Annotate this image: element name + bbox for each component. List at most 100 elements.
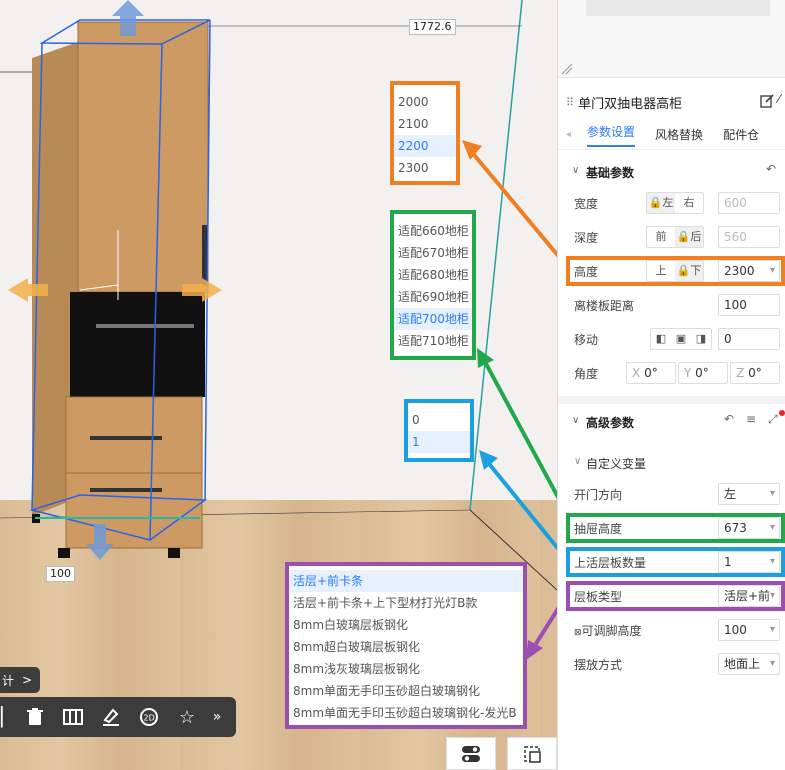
angle-y-value: 0° (695, 366, 709, 380)
height-up-option[interactable]: 上 (647, 261, 675, 281)
dimension-bottom-label: 100 (46, 566, 75, 582)
cabinet-option[interactable]: 适配690地柜 (394, 286, 472, 308)
shelf-type-select[interactable]: 活层+前 (718, 585, 780, 607)
cabinet-option[interactable]: 适配670地柜 (394, 242, 472, 264)
tab-style[interactable]: 风格替换 (655, 126, 703, 143)
star-icon[interactable]: ☆ (168, 697, 206, 737)
angle-y-prefix: Y (684, 366, 692, 380)
move-label: 移动 (574, 332, 599, 347)
shelf-option[interactable]: 活层+前卡条 (289, 570, 523, 592)
notification-dot (779, 410, 785, 416)
tab-prev-icon[interactable]: ◂ (566, 129, 571, 140)
height-down-option[interactable]: 🔒下 (675, 261, 703, 281)
tab-parameters[interactable]: 参数设置 (587, 123, 636, 147)
foot-height-select[interactable]: 100 (718, 619, 780, 641)
height-option[interactable]: 2100 (394, 113, 456, 135)
placement-value: 地面上 (724, 657, 761, 671)
width-left-option[interactable]: 🔒左 (647, 193, 675, 213)
list-icon[interactable]: ≡ (746, 412, 756, 426)
cabinet-option[interactable]: 适配710地柜 (394, 330, 472, 352)
drag-handle-icon[interactable]: ⠿ (566, 96, 574, 109)
cabinet-option[interactable]: 适配700地柜 (394, 308, 472, 330)
checkbox-icon[interactable]: ⊠ (574, 628, 582, 638)
dimension-top-label: 1772.6 (409, 19, 456, 35)
depth-anchor-toggle[interactable]: 前 🔒后 (646, 226, 704, 248)
shelf-option[interactable]: 8mm单面无手印玉砂超白玻璃钢化 (289, 680, 523, 702)
split-panel-icon[interactable] (54, 697, 92, 737)
placement-select[interactable]: 地面上 (718, 653, 780, 675)
panel-title: 单门双抽电器高柜 (578, 96, 683, 112)
shelf-type-label: 层板类型 (574, 589, 623, 604)
fit-view-icon[interactable] (507, 737, 557, 770)
width-input[interactable]: 600 (718, 192, 780, 214)
angle-z-input[interactable]: Z 0° (730, 362, 780, 384)
move-left-icon[interactable]: ◧ (651, 329, 671, 349)
width-row: 宽度 🔒左 右 600 (574, 190, 784, 216)
tab-accessories[interactable]: 配件仓 (723, 126, 759, 143)
view-2d-icon[interactable]: 2D (130, 697, 168, 737)
door-direction-select[interactable]: 左 (718, 483, 780, 505)
shelf-option[interactable]: 8mm浅灰玻璃层板钢化 (289, 658, 523, 680)
shelf-count-value: 1 (724, 555, 732, 569)
height-label: 高度 (574, 264, 599, 279)
width-anchor-toggle[interactable]: 🔒左 右 (646, 192, 704, 214)
reset-icon[interactable]: ↶ (766, 162, 776, 176)
resize-grip-icon[interactable] (560, 62, 574, 76)
angle-x-input[interactable]: X 0° (626, 362, 676, 384)
shelf-option[interactable]: 8mm超白玻璃层板钢化 (289, 636, 523, 658)
shelf-type-value: 活层+前 (724, 589, 771, 603)
3d-viewport[interactable]: 1772.6 100 2000 2100 2200 2300 适配660地柜 适… (0, 0, 557, 770)
chevron-down-icon[interactable]: ∨ (574, 456, 581, 467)
cabinet-option[interactable]: 适配660地柜 (394, 220, 472, 242)
move-center-icon[interactable]: ▣ (671, 329, 691, 349)
shelf-option[interactable]: 活层+前卡条+上下型材打光灯B款 (289, 592, 523, 614)
delete-icon[interactable] (16, 697, 54, 737)
preview-thumbnail (586, 0, 770, 16)
height-options-popup: 2000 2100 2200 2300 (390, 81, 460, 185)
height-option[interactable]: 2000 (394, 91, 456, 113)
height-select[interactable]: 2300 (718, 260, 780, 282)
shelf-count-select[interactable]: 1 (718, 551, 780, 573)
edit-icon[interactable] (760, 94, 774, 111)
angle-y-input[interactable]: Y 0° (678, 362, 728, 384)
shelf-count-label: 上活层板数量 (574, 555, 647, 570)
move-mode-toggle[interactable]: ◧ ▣ ◨ (650, 328, 712, 350)
expand-icon[interactable]: ⤢ (768, 412, 778, 427)
preview-area (558, 0, 785, 78)
paint-brush-icon[interactable] (92, 697, 130, 737)
shelf-option[interactable]: 8mm白玻璃层板钢化 (289, 614, 523, 636)
move-row: 移动 ◧ ▣ ◨ 0 (574, 326, 784, 352)
divider-icon: ▏ (1, 706, 15, 728)
count-option[interactable]: 0 (408, 409, 470, 431)
depth-input[interactable]: 560 (718, 226, 780, 248)
close-panel-icon[interactable]: ⁄ (778, 92, 780, 106)
move-right-icon[interactable]: ◨ (691, 329, 711, 349)
chevron-down-icon[interactable]: ∨ (572, 165, 579, 176)
floor-distance-input[interactable]: 100 (718, 294, 780, 316)
height-option[interactable]: 2300 (394, 157, 456, 179)
chevron-down-icon[interactable]: ∨ (572, 415, 579, 426)
height-option[interactable]: 2200 (394, 135, 456, 157)
shelf-option[interactable]: 8mm单面无手印玉砂超白玻璃钢化-发光B (289, 702, 523, 724)
depth-row: 深度 前 🔒后 560 (574, 224, 784, 250)
height-anchor-toggle[interactable]: 上 🔒下 (646, 260, 704, 282)
foot-height-row: ⊠可调脚高度 100 (574, 617, 784, 643)
count-options-popup: 0 1 (404, 399, 474, 462)
drawer-height-select[interactable]: 673 (718, 517, 780, 539)
placement-label: 摆放方式 (574, 657, 623, 672)
panel-tabs: ◂ 参数设置 风格替换 配件仓 (558, 120, 785, 150)
toggle-icon[interactable] (446, 737, 496, 770)
door-direction-row: 开门方向 左 (574, 481, 784, 507)
count-option[interactable]: 1 (408, 431, 470, 453)
depth-back-option[interactable]: 🔒后 (675, 227, 703, 247)
cabinet-option[interactable]: 适配680地柜 (394, 264, 472, 286)
width-right-option[interactable]: 右 (675, 193, 703, 213)
depth-front-option[interactable]: 前 (647, 227, 675, 247)
design-tab[interactable]: 计 > (0, 667, 40, 693)
cabinet-options-popup: 适配660地柜 适配670地柜 适配680地柜 适配690地柜 适配700地柜 … (390, 210, 476, 360)
move-input[interactable]: 0 (718, 328, 780, 350)
foot-height-label: 可调脚高度 (581, 623, 642, 638)
height-select-value: 2300 (724, 264, 755, 278)
more-icon[interactable]: » (206, 697, 228, 737)
reset-icon[interactable]: ↶ (724, 412, 734, 426)
